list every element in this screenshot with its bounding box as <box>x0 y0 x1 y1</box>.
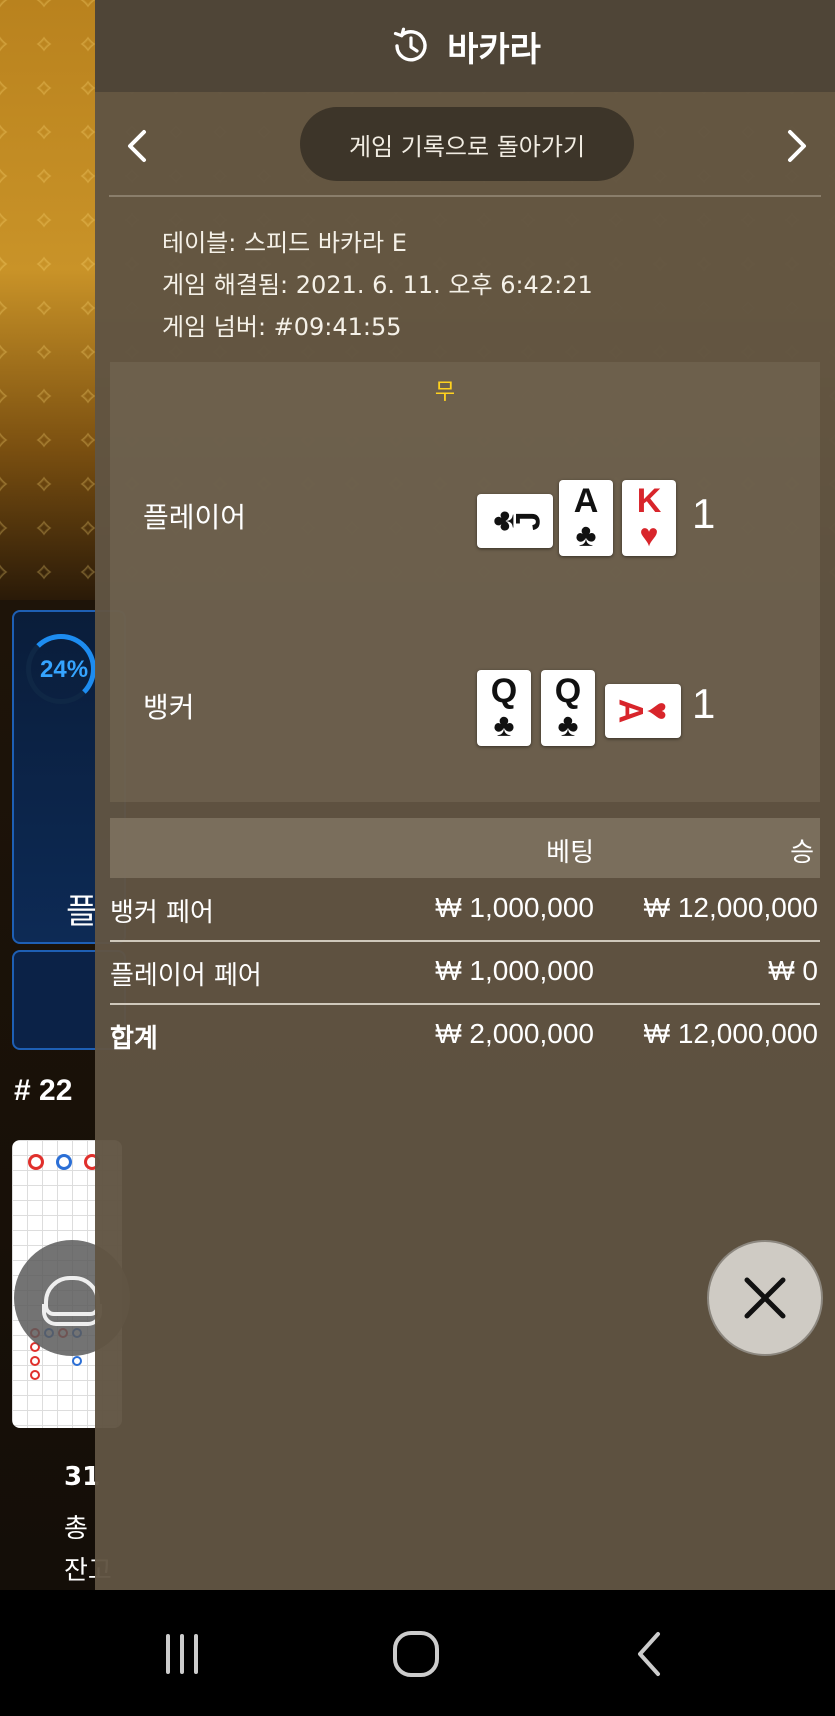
previous-game-button[interactable] <box>111 120 163 172</box>
table-row: 뱅커 페어 ₩ 1,000,000 ₩ 12,000,000 <box>110 878 820 940</box>
game-result: 무 플레이어 ♣ J A ♣ K ♥ 1 뱅커 Q ♣ Q ♣ A ♥ 1 <box>110 362 820 802</box>
table-name: 테이블: 스피드 바카라 E <box>162 229 407 257</box>
footer-total-bet: 총 <box>64 1514 88 1544</box>
round-number: # 22 <box>14 1074 73 1107</box>
back-to-history-button[interactable]: 게임 기록으로 돌아가기 <box>300 107 634 181</box>
back-icon <box>638 1632 660 1676</box>
close-icon <box>744 1277 786 1319</box>
banker-card-2: Q ♣ <box>541 670 595 746</box>
road-dot <box>30 1370 40 1380</box>
banker-card-1: Q ♣ <box>477 670 531 746</box>
close-button[interactable] <box>707 1240 823 1356</box>
win-amount: ₩ 0 <box>768 955 818 986</box>
history-icon <box>393 27 427 62</box>
outcome-label: 무 <box>434 380 456 405</box>
card-rank: Q <box>554 672 582 710</box>
game-number: 게임 넘버: #09:41:55 <box>162 313 402 341</box>
system-navigation-bar <box>0 1590 835 1716</box>
win-amount: ₩ 12,000,000 <box>643 892 818 923</box>
bet-percentage-text: 24% <box>40 656 89 683</box>
bets-table-header: 베팅 승 <box>110 818 820 878</box>
home-button[interactable] <box>384 1622 448 1686</box>
banker-label: 뱅커 <box>143 691 195 724</box>
table-row: 플레이어 페어 ₩ 1,000,000 ₩ 0 <box>110 941 820 1003</box>
panel-header: 바카라 <box>95 0 835 92</box>
card-suit: ♣ <box>493 707 515 743</box>
total-row: 합계 ₩ 2,000,000 ₩ 12,000,000 <box>110 1004 820 1066</box>
player-label: 플레이어 <box>143 501 247 534</box>
player-card-1: ♣ J <box>477 494 553 548</box>
banker-score: 1 <box>692 680 716 727</box>
game-history-panel: 바카라 게임 기록으로 돌아가기 테이블: 스피드 바카라 E 게임 해결됨: … <box>95 0 835 1590</box>
road-dot <box>56 1154 72 1170</box>
bet-amount: ₩ 1,000,000 <box>435 892 594 923</box>
card-rank: A <box>573 482 599 520</box>
card-rank: J <box>509 511 548 531</box>
road-dot <box>72 1356 82 1366</box>
bet-amount: ₩ 1,000,000 <box>435 955 594 986</box>
road-dot <box>28 1154 44 1170</box>
game-info: 테이블: 스피드 바카라 E 게임 해결됨: 2021. 6. 11. 오후 6… <box>162 222 593 348</box>
card-rank: Q <box>490 672 518 710</box>
back-button[interactable] <box>618 1622 682 1686</box>
player-score: 1 <box>692 490 716 537</box>
bet-name: 플레이어 페어 <box>110 961 262 991</box>
recents-button[interactable] <box>150 1622 214 1686</box>
chevron-left-icon <box>128 130 146 162</box>
history-navigation: 게임 기록으로 돌아가기 <box>95 100 835 194</box>
resolved-time: 게임 해결됨: 2021. 6. 11. 오후 6:42:21 <box>162 271 593 299</box>
win-column-header: 승 <box>790 838 814 868</box>
lobby-icon-base <box>42 1304 102 1326</box>
next-game-button[interactable] <box>771 120 823 172</box>
card-suit: ♥ <box>639 517 659 553</box>
card-suit: ♣ <box>557 707 579 743</box>
total-label: 합계 <box>110 1024 158 1054</box>
banker-card-3: A ♥ <box>605 684 681 738</box>
player-card-3: K ♥ <box>622 480 676 556</box>
bet-name: 뱅커 페어 <box>110 898 214 928</box>
card-suit: ♥ <box>640 701 677 721</box>
total-win-amount: ₩ 12,000,000 <box>643 1018 818 1049</box>
divider <box>109 195 821 197</box>
bet-column-header: 베팅 <box>546 838 594 868</box>
card-rank: K <box>636 482 662 520</box>
player-card-2: A ♣ <box>559 480 613 556</box>
screen: 24% 플 # 22 31 총 잔고 바카라 게임 기록으로 돌아가기 테이블:… <box>0 0 835 1716</box>
recents-icon <box>166 1634 198 1674</box>
road-dot <box>30 1356 40 1366</box>
card-suit: ♣ <box>575 517 597 553</box>
panel-title: 바카라 <box>447 29 541 70</box>
chevron-right-icon <box>788 130 806 162</box>
bet-spot-label: 플 <box>66 892 98 932</box>
home-icon <box>393 1631 439 1677</box>
total-bet-amount: ₩ 2,000,000 <box>435 1018 594 1049</box>
